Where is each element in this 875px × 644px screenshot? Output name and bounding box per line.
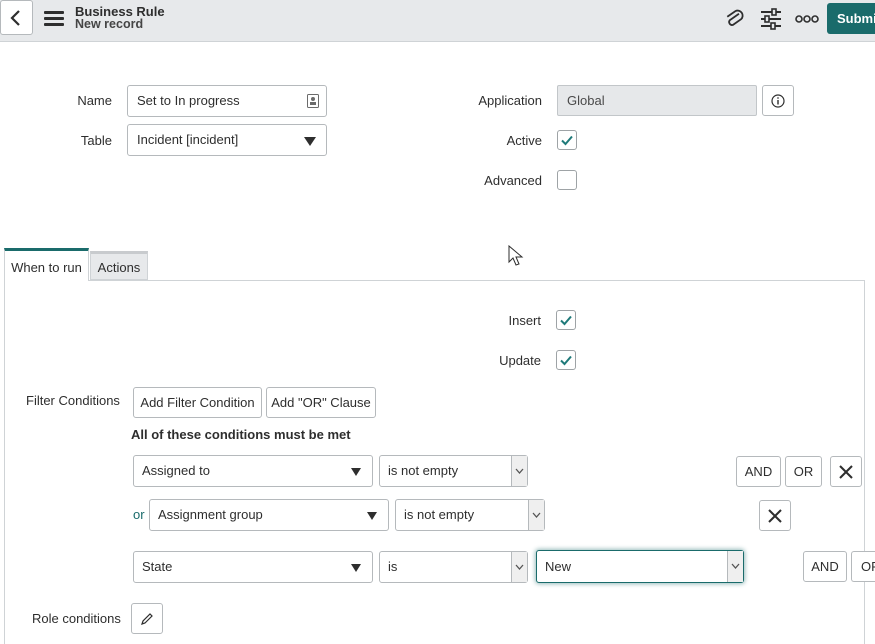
or-button[interactable]: OR	[785, 456, 822, 487]
tab-actions-label: Actions	[97, 260, 141, 275]
chevron-down-icon	[727, 551, 743, 582]
or-button[interactable]: OR	[851, 551, 875, 582]
paperclip-icon[interactable]	[722, 7, 746, 31]
info-icon	[771, 94, 785, 108]
chevron-down-icon	[304, 137, 316, 146]
condition-operator-value: is	[388, 559, 398, 574]
chevron-down-icon	[367, 512, 377, 520]
condition-field-value: Assigned to	[142, 463, 210, 478]
active-label: Active	[506, 133, 542, 148]
and-button[interactable]: AND	[736, 456, 781, 487]
table-select[interactable]: Incident [incident]	[127, 124, 327, 156]
tab-when-to-run-label: When to run	[11, 260, 82, 275]
condition-operator-value: is not empty	[388, 463, 459, 478]
tab-actions[interactable]: Actions	[90, 251, 148, 280]
chevron-down-icon	[528, 500, 544, 530]
chevron-down-icon	[351, 468, 361, 476]
condition-field-select[interactable]: State	[133, 551, 373, 583]
condition-value: New	[545, 559, 572, 574]
condition-field-select[interactable]: Assigned to	[133, 455, 373, 487]
chevron-down-icon	[351, 564, 361, 572]
or-prefix-label: or	[133, 507, 145, 522]
add-or-clause-button[interactable]: Add "OR" Clause	[266, 387, 376, 418]
condition-value-select[interactable]: New	[536, 550, 744, 583]
all-conditions-heading: All of these conditions must be met	[131, 427, 351, 442]
condition-operator-value: is not empty	[404, 507, 475, 522]
condition-field-value: Assignment group	[158, 507, 263, 522]
delete-condition-button[interactable]	[830, 456, 862, 487]
application-value: Global	[567, 93, 605, 108]
application-label: Application	[478, 93, 542, 108]
chevron-left-icon	[10, 10, 20, 26]
and-button[interactable]: AND	[803, 551, 847, 582]
application-field: Global	[557, 85, 757, 116]
name-field[interactable]: Set to In progress	[127, 85, 327, 117]
mouse-cursor-icon	[508, 245, 524, 266]
checkmark-icon	[560, 315, 572, 326]
tab-when-to-run[interactable]: When to run	[4, 248, 89, 281]
edit-role-conditions-button[interactable]	[131, 603, 163, 634]
close-icon	[839, 465, 853, 479]
table-value: Incident [incident]	[137, 132, 239, 147]
advanced-checkbox[interactable]	[557, 170, 577, 190]
condition-operator-select[interactable]: is	[379, 551, 528, 583]
hamburger-menu-icon[interactable]	[44, 11, 64, 26]
filter-conditions-label: Filter Conditions	[26, 393, 120, 408]
form-subtitle: New record	[75, 17, 144, 31]
settings-sliders-icon[interactable]	[759, 8, 783, 30]
back-button[interactable]	[0, 0, 33, 35]
table-label: Table	[80, 133, 112, 148]
conditions-group-border	[864, 408, 865, 644]
name-value: Set to In progress	[137, 93, 240, 108]
more-options-icon[interactable]	[795, 13, 819, 25]
add-filter-condition-button[interactable]: Add Filter Condition	[133, 387, 262, 418]
condition-operator-select[interactable]: is not empty	[379, 455, 528, 487]
update-label: Update	[499, 353, 541, 368]
insert-checkbox[interactable]	[556, 310, 576, 330]
contact-card-icon[interactable]	[307, 94, 319, 108]
checkmark-icon	[560, 355, 572, 366]
advanced-label: Advanced	[484, 173, 542, 188]
condition-field-value: State	[142, 559, 173, 574]
submit-button[interactable]: Submit	[827, 3, 875, 34]
chevron-down-icon	[511, 456, 527, 486]
condition-operator-select[interactable]: is not empty	[395, 499, 545, 531]
insert-label: Insert	[508, 313, 541, 328]
checkmark-icon	[561, 135, 573, 146]
update-checkbox[interactable]	[556, 350, 576, 370]
name-label: Name	[77, 93, 112, 108]
close-icon	[768, 509, 782, 523]
active-checkbox[interactable]	[557, 130, 577, 150]
application-info-button[interactable]	[762, 85, 794, 116]
delete-condition-button[interactable]	[759, 500, 791, 531]
role-conditions-label: Role conditions	[32, 611, 121, 626]
chevron-down-icon	[511, 552, 527, 582]
pencil-icon	[141, 613, 153, 625]
or-button-label: OR	[861, 559, 875, 574]
condition-field-select[interactable]: Assignment group	[149, 499, 389, 531]
